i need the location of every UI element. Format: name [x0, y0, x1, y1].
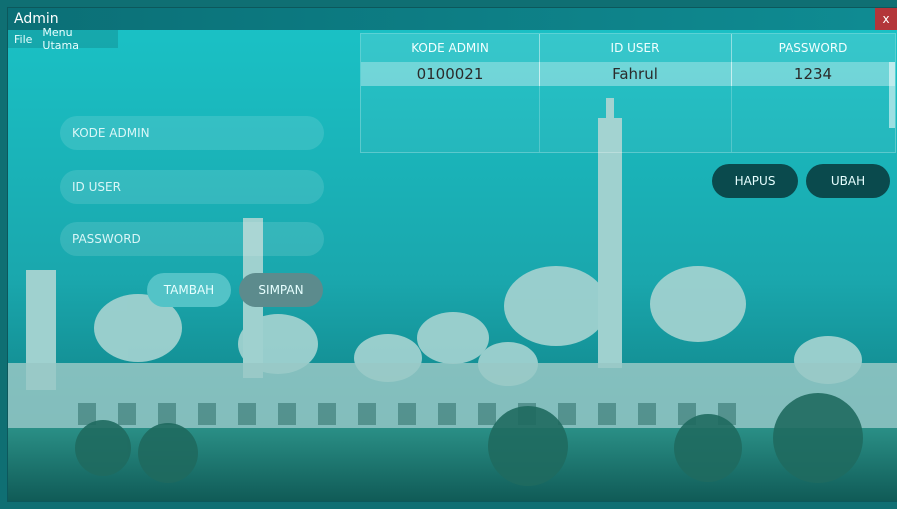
table-scrollbar[interactable] — [889, 62, 895, 128]
admin-window: Admin x File Menu Utama KODE ADMIN ID US… — [8, 8, 897, 501]
table-row-0-password[interactable]: 1234 — [731, 62, 895, 86]
admin-table: KODE ADMIN ID USER PASSWORD 0100021 Fahr… — [360, 33, 896, 153]
id-user-field[interactable]: ID USER — [60, 170, 324, 204]
ubah-button[interactable]: UBAH — [806, 164, 890, 198]
tambah-button[interactable]: TAMBAH — [147, 273, 231, 307]
menu-item-file[interactable]: File — [14, 33, 32, 46]
column-header-password[interactable]: PASSWORD — [731, 34, 895, 62]
close-icon: x — [882, 12, 890, 26]
menu-item-menu-utama[interactable]: Menu Utama — [42, 26, 108, 52]
close-button[interactable]: x — [875, 8, 897, 30]
table-row-0-id-user[interactable]: Fahrul — [539, 62, 732, 86]
password-placeholder: PASSWORD — [72, 232, 141, 246]
password-field[interactable]: PASSWORD — [60, 222, 324, 256]
column-header-id-user[interactable]: ID USER — [539, 34, 732, 62]
table-row-0-kode-admin[interactable]: 0100021 — [361, 62, 540, 86]
window-title: Admin — [14, 11, 59, 27]
kode-admin-field[interactable]: KODE ADMIN — [60, 116, 324, 150]
hapus-button[interactable]: HAPUS — [712, 164, 798, 198]
column-header-kode-admin[interactable]: KODE ADMIN — [361, 34, 540, 62]
id-user-placeholder: ID USER — [72, 180, 121, 194]
titlebar: Admin x — [8, 8, 897, 30]
menubar: File Menu Utama — [8, 26, 118, 52]
kode-admin-placeholder: KODE ADMIN — [72, 126, 150, 140]
simpan-button[interactable]: SIMPAN — [239, 273, 323, 307]
